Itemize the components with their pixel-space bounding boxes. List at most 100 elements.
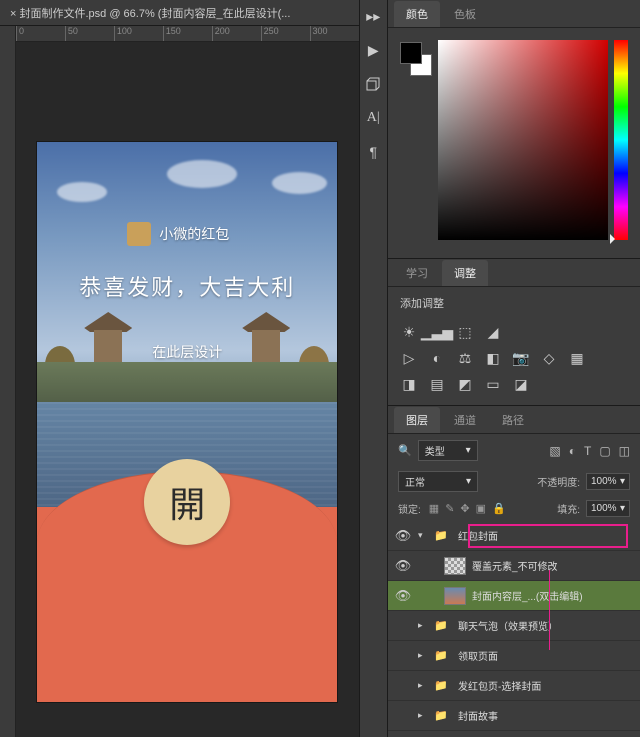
layer-list[interactable]: 👁▾📁红包封面👁覆盖元素_不可修改👁封面内容层_...(双击编辑)▸📁聊天气泡（… (388, 521, 640, 737)
tab-adjust[interactable]: 调整 (442, 260, 488, 286)
gradient-map-icon[interactable]: ▭ (484, 375, 502, 393)
blend-mode-select[interactable]: 正常▾ (398, 471, 478, 492)
channel-mixer-icon[interactable]: ◇ (540, 349, 558, 367)
visibility-toggle[interactable]: 👁 (388, 558, 418, 574)
play-icon[interactable]: ▶ (363, 40, 383, 60)
adjustment-icons-grid: ☀ ▁▃▅ ⬚ ◢ ▷ ◐ ⚖ ◧ 📷 ◇ ▦ ◨ ▤ ◩ ▭ ◪ (388, 319, 640, 405)
hue-handle-icon[interactable] (610, 234, 615, 244)
lock-position-icon[interactable]: ✥ (460, 502, 469, 515)
document-tab-title: × 封面制作文件.psd @ 66.7% (封面内容层_在此层设计(... (10, 5, 349, 21)
layer-row[interactable]: ▸📁 领取页面 (388, 641, 640, 671)
design-hint-text: 在此层设计 (37, 342, 337, 362)
brightness-icon[interactable]: ☀ (400, 323, 418, 341)
threshold-icon[interactable]: ◩ (456, 375, 474, 393)
open-button: 開 (144, 459, 230, 545)
layer-name[interactable]: 封面故事 (458, 708, 634, 723)
chevron-right-icon[interactable]: ▸ (418, 710, 430, 721)
selective-color-icon[interactable]: ◪ (512, 375, 530, 393)
color-field[interactable] (438, 40, 608, 240)
lock-brush-icon[interactable]: ✎ (445, 502, 454, 515)
chevron-right-icon[interactable]: ▸ (418, 650, 430, 661)
bw-icon[interactable]: ◧ (484, 349, 502, 367)
lock-all-icon[interactable]: 🔒 (492, 502, 506, 515)
layer-filter-row: 🔍 类型▾ ▧ ◐ T ▢ ◫ (388, 434, 640, 467)
exposure-icon[interactable]: ◢ (484, 323, 502, 341)
fg-bg-swatches[interactable] (400, 42, 432, 246)
layers-panel: 图层 通道 路径 🔍 类型▾ ▧ ◐ T ▢ ◫ 正常▾ 不透明度: 100%▾… (388, 405, 640, 737)
color-panel-tabs: 颜色 色板 (388, 0, 640, 28)
photo-filter-icon[interactable]: 📷 (512, 349, 530, 367)
layer-row[interactable]: 👁 封面内容层_...(双击编辑) (388, 581, 640, 611)
fill-input[interactable]: 100%▾ (586, 500, 630, 517)
layer-name[interactable]: 覆盖元素_不可修改 (472, 558, 634, 573)
tab-paths[interactable]: 路径 (490, 407, 536, 433)
layer-row[interactable]: 👁▾📁 红包封面 (388, 521, 640, 551)
document-window: × 封面制作文件.psd @ 66.7% (封面内容层_在此层设计(... 05… (0, 0, 359, 737)
panels-column: 颜色 色板 学习 调整 添加调整 ☀ ▁▃▅ ⬚ ◢ ▷ ◐ ⚖ (388, 0, 640, 737)
folder-icon: 📁 (430, 677, 452, 695)
hue-icon[interactable]: ◐ (428, 349, 446, 367)
lock-artboard-icon[interactable]: ▣ (476, 502, 486, 515)
tab-learn[interactable]: 学习 (394, 260, 440, 286)
vibrance-icon[interactable]: ▷ (400, 349, 418, 367)
lut-icon[interactable]: ▦ (568, 349, 586, 367)
type-glyphs-icon[interactable]: A| (363, 108, 383, 128)
layer-row[interactable]: ▸📁 聊天气泡（效果预览） (388, 611, 640, 641)
folder-icon: 📁 (430, 527, 452, 545)
layer-row[interactable]: 👁 覆盖元素_不可修改 (388, 551, 640, 581)
opacity-input[interactable]: 100%▾ (586, 473, 630, 490)
filter-shape-icon[interactable]: ▢ (599, 444, 610, 458)
document-tab[interactable]: × 封面制作文件.psd @ 66.7% (封面内容层_在此层设计(... (0, 0, 359, 26)
envelope-bottom: 開 (37, 507, 337, 702)
search-icon[interactable]: 🔍 (398, 444, 412, 457)
chevron-down-icon[interactable]: ▾ (418, 530, 430, 541)
tab-channels[interactable]: 通道 (442, 407, 488, 433)
lock-row: 锁定: ▦ ✎ ✥ ▣ 🔒 填充: 100%▾ (388, 496, 640, 521)
greeting-text: 恭喜发财，大吉大利 (37, 270, 337, 302)
layer-name[interactable]: 红包封面 (458, 528, 634, 543)
folder-icon: 📁 (430, 617, 452, 635)
ruler-horizontal: 050100150200250300 (16, 26, 359, 42)
layer-name[interactable]: 封面内容层_...(双击编辑) (472, 588, 634, 603)
tab-layers[interactable]: 图层 (394, 407, 440, 433)
canvas-area[interactable]: 小微的红包 恭喜发财，大吉大利 在此层设计 開 (16, 42, 359, 737)
filter-pixel-icon[interactable]: ▧ (549, 444, 560, 458)
visibility-toggle[interactable]: 👁 (388, 588, 418, 604)
chevron-right-icon[interactable]: ▸ (418, 680, 430, 691)
owner-name: 小微的红包 (159, 224, 229, 244)
tab-swatches[interactable]: 色板 (442, 1, 488, 27)
artboard-red-envelope: 小微的红包 恭喜发财，大吉大利 在此层设计 開 (37, 142, 337, 702)
opacity-label: 不透明度: (537, 474, 580, 489)
layer-name[interactable]: 领取页面 (458, 648, 634, 663)
hue-slider[interactable] (614, 40, 628, 240)
visibility-toggle[interactable]: 👁 (388, 528, 418, 544)
lock-label: 锁定: (398, 501, 421, 516)
posterize-icon[interactable]: ▤ (428, 375, 446, 393)
filter-adjust-icon[interactable]: ◐ (569, 444, 576, 458)
folder-icon: 📁 (430, 647, 452, 665)
curves-icon[interactable]: ⬚ (456, 323, 474, 341)
layer-row[interactable]: ▸📁 发红包页-选择封面 (388, 671, 640, 701)
paragraph-icon[interactable]: ¶ (363, 142, 383, 162)
vertical-toolstrip: ▸▸ ▶ A| ¶ (359, 0, 389, 737)
lock-transparent-icon[interactable]: ▦ (429, 502, 439, 515)
color-panel (388, 28, 640, 258)
levels-icon[interactable]: ▁▃▅ (428, 323, 446, 341)
chevron-right-icon[interactable]: ▸ (418, 620, 430, 631)
blend-mode-row: 正常▾ 不透明度: 100%▾ (388, 467, 640, 496)
filter-type-icon[interactable]: T (584, 444, 591, 458)
expand-panels-icon[interactable]: ▸▸ (363, 6, 383, 26)
filter-type-select[interactable]: 类型▾ (418, 440, 478, 461)
balance-icon[interactable]: ⚖ (456, 349, 474, 367)
3d-icon[interactable] (363, 74, 383, 94)
layer-thumbnail (444, 557, 466, 575)
layer-name[interactable]: 发红包页-选择封面 (458, 678, 634, 693)
invert-icon[interactable]: ◨ (400, 375, 418, 393)
avatar (127, 222, 151, 246)
layer-row[interactable]: ▸📁封面故事 (388, 701, 640, 731)
foreground-swatch[interactable] (400, 42, 422, 64)
filter-smart-icon[interactable]: ◫ (619, 444, 630, 458)
fill-label: 填充: (557, 501, 580, 516)
layer-name[interactable]: 聊天气泡（效果预览） (458, 618, 634, 633)
tab-color[interactable]: 颜色 (394, 1, 440, 27)
